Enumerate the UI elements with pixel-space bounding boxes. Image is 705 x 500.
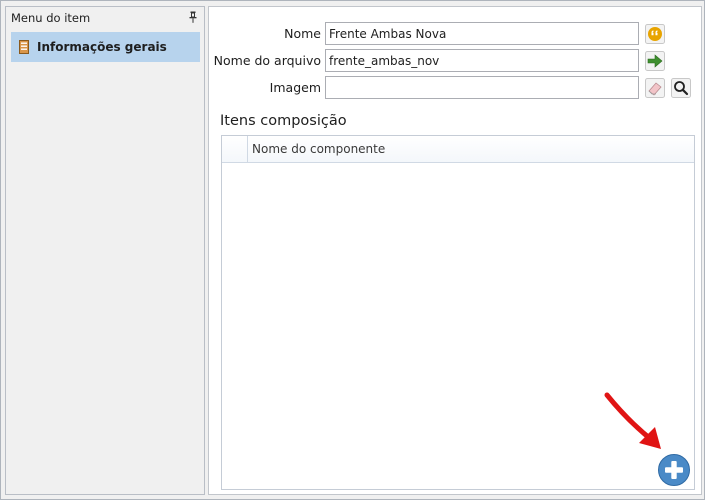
clear-image-button[interactable] (644, 77, 666, 99)
grid-header: Nome do componente (222, 136, 694, 163)
panel-title: Menu do item (11, 10, 91, 25)
imagem-label: Imagem (269, 80, 321, 95)
menu-item-informacoes-gerais[interactable]: Informações gerais (11, 32, 200, 62)
column-header-nome-do-componente[interactable]: Nome do componente (248, 136, 694, 162)
plus-circle-icon (658, 454, 690, 486)
item-menu-panel: Menu do item Informações gerais (5, 6, 205, 495)
panel-header: Menu do item (6, 7, 204, 28)
red-arrow-annotation (604, 392, 661, 449)
image-field[interactable] (325, 76, 639, 99)
grid-row-selector-header[interactable] (222, 136, 248, 162)
nome-field[interactable] (325, 22, 639, 45)
row-imagem: Imagem (209, 76, 703, 100)
nome-label: Nome (284, 26, 321, 41)
quote-icon (645, 24, 665, 44)
row-nome: Nome (209, 22, 703, 46)
arrow-right-icon (645, 51, 665, 71)
search-image-button[interactable] (670, 77, 692, 99)
search-icon (671, 78, 691, 98)
eraser-icon (645, 78, 665, 98)
book-icon (19, 40, 29, 54)
go-button[interactable] (644, 50, 666, 72)
menu-item-label: Informações gerais (37, 40, 167, 54)
content-area: Nome Nome do arquivo Imagem (208, 6, 702, 495)
filename-field[interactable] (325, 49, 639, 72)
pin-icon[interactable] (189, 11, 197, 23)
row-arquivo: Nome do arquivo (209, 49, 703, 73)
add-item-button[interactable] (657, 453, 691, 487)
quote-button[interactable] (644, 23, 666, 45)
composition-title: Itens composição (220, 113, 347, 129)
arquivo-label: Nome do arquivo (213, 53, 321, 68)
window-frame: Menu do item Informações gerais Nome Fre… (0, 0, 705, 500)
